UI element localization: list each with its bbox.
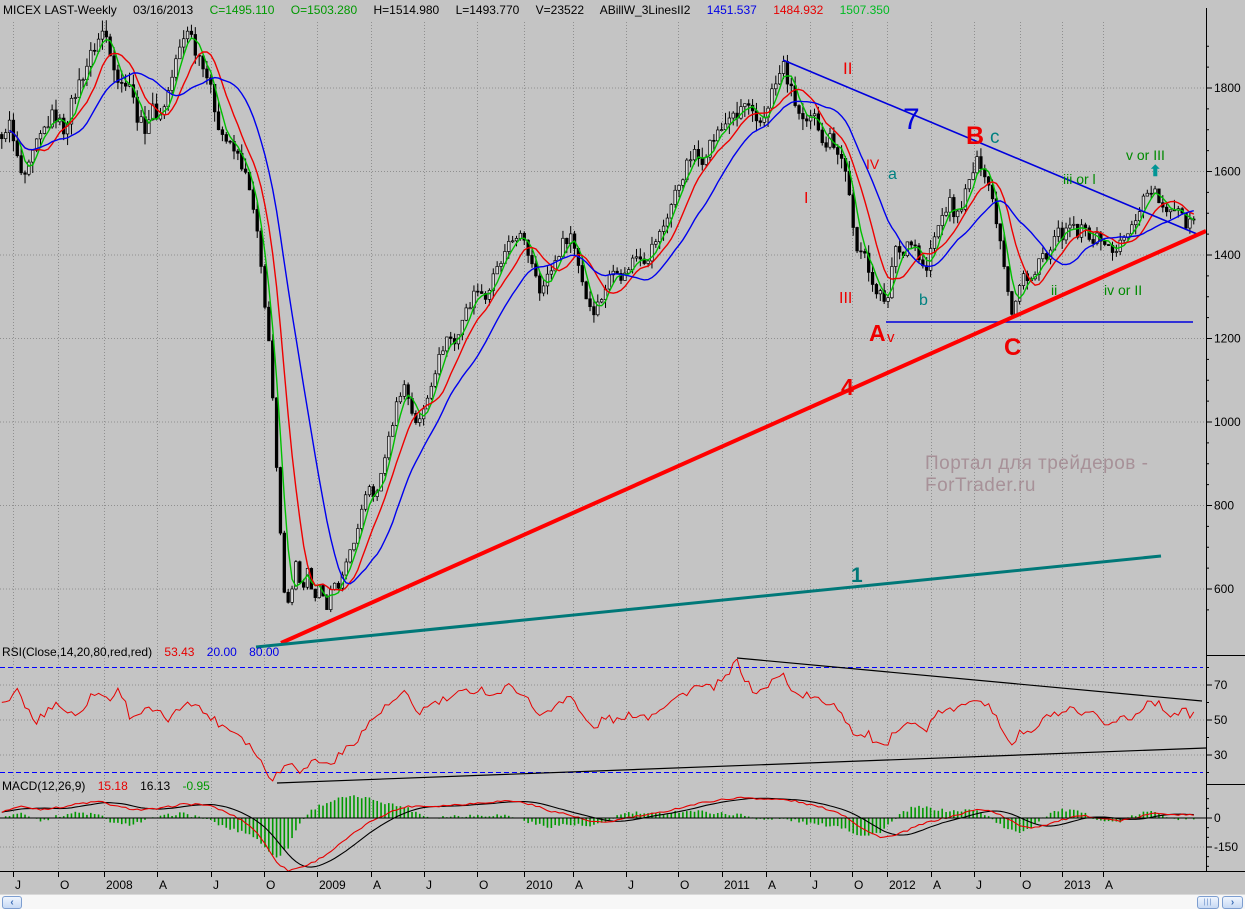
- chart-annotation-iv[interactable]: IV: [866, 157, 879, 171]
- time-axis-label: J: [628, 878, 634, 892]
- time-axis-label: A: [159, 878, 167, 892]
- watermark: Портал для трейдеров - ForTrader.ru: [925, 453, 1245, 497]
- chart-annotation-ii[interactable]: ii: [1051, 283, 1057, 297]
- macd-line: [2, 797, 1194, 871]
- rsi-axis-label: 50: [1214, 713, 1228, 727]
- trendline-red-major-uptrend-4[interactable]: [281, 231, 1206, 643]
- chart-annotation-c[interactable]: C: [1004, 336, 1021, 360]
- chart-annotation-1[interactable]: 1: [851, 565, 863, 586]
- time-axis-label: O: [266, 878, 275, 892]
- time-axis-label: 2008: [106, 878, 133, 892]
- macd-signal-value: 16.13: [140, 779, 170, 793]
- time-axis-label: J: [812, 878, 818, 892]
- chart-annotation-iii[interactable]: III: [839, 291, 852, 307]
- rsi-pane-label: RSI(Close,14,20,80,red,red) 53.43 20.00 …: [2, 645, 288, 659]
- time-axis-label: O: [854, 878, 863, 892]
- rsi-axis-label: 30: [1214, 748, 1228, 762]
- chart-annotation-c[interactable]: c: [990, 128, 1000, 147]
- scroll-left-button[interactable]: ‹: [2, 896, 22, 909]
- time-axis-label: J: [426, 878, 432, 892]
- chart-annotation-7[interactable]: 7: [903, 105, 920, 135]
- macd-axis-label: -150: [1214, 840, 1238, 854]
- chart-annotation-a[interactable]: a: [888, 167, 897, 183]
- chart-annotation-ii[interactable]: II: [843, 60, 852, 77]
- ma-slow-line: [10, 73, 1194, 584]
- rsi-trendline[interactable]: [277, 748, 1206, 783]
- chart-annotation-iv-or-ii[interactable]: iv or II: [1104, 283, 1142, 297]
- rsi-axis-label: 70: [1214, 678, 1228, 692]
- chart-window: MICEX LAST-Weekly 03/16/2013 C=1495.110 …: [0, 0, 1245, 909]
- price-axis-label: 1800: [1214, 81, 1241, 95]
- price-axis-label: 1200: [1214, 332, 1241, 346]
- rsi-value: 53.43: [164, 645, 194, 659]
- time-axis-label: J: [976, 878, 982, 892]
- time-axis-label: A: [768, 878, 776, 892]
- time-axis-label: 2012: [889, 878, 916, 892]
- time-axis-label: O: [680, 878, 689, 892]
- chart-annotation-v-or-iii[interactable]: v or III: [1126, 148, 1165, 162]
- price-axis-label: 1400: [1214, 248, 1241, 262]
- rsi-trendline[interactable]: [737, 658, 1202, 701]
- macd-value: 15.18: [98, 779, 128, 793]
- time-axis-label: J: [15, 878, 21, 892]
- chart-annotation-iii-or-l[interactable]: iii or l: [1063, 172, 1096, 186]
- macd-name: MACD(12,26,9): [2, 779, 85, 793]
- price-axis-label: 800: [1214, 499, 1234, 513]
- time-axis-label: J: [213, 878, 219, 892]
- chart-annotation-b[interactable]: b: [919, 293, 928, 309]
- macd-hist-value: -0.95: [182, 779, 209, 793]
- grid-layer: [0, 22, 1206, 871]
- rsi-name: RSI(Close,14,20,80,red,red): [2, 645, 152, 659]
- chart-annotation-v[interactable]: v: [887, 330, 895, 345]
- price-axis-label: 600: [1214, 582, 1234, 596]
- scroll-right-button[interactable]: ›: [1222, 896, 1243, 909]
- time-axis-label: O: [1022, 878, 1031, 892]
- time-axis-label: 2011: [724, 878, 750, 892]
- time-axis-label: O: [60, 878, 69, 892]
- time-axis-label: 2013: [1064, 878, 1091, 892]
- time-axis-label: A: [933, 878, 941, 892]
- chart-annotation-b[interactable]: B: [966, 124, 984, 149]
- time-axis-label: A: [373, 878, 381, 892]
- axes-layer: 1800 1600 1400 1200 1000 800 600 70 50 30 0 -150 J O 2…: [0, 8, 1245, 892]
- macd-axis-label: 0: [1214, 811, 1221, 825]
- chart-annotation-i[interactable]: I: [804, 191, 808, 207]
- time-axis-label: 2009: [319, 878, 346, 892]
- time-axis-label: A: [575, 878, 583, 892]
- macd-layer: [2, 795, 1194, 871]
- trendlines-layer: [256, 60, 1206, 647]
- rsi-low-level: 20.00: [207, 645, 237, 659]
- chart-annotation-4[interactable]: 4: [841, 376, 854, 399]
- time-axis-label: O: [479, 878, 488, 892]
- macd-signal-line: [2, 798, 1194, 867]
- price-axis-label: 1000: [1214, 415, 1241, 429]
- rsi-high-level: 80.00: [249, 645, 279, 659]
- chart-annotation-a[interactable]: A: [869, 322, 886, 345]
- price-axis-label: 1600: [1214, 165, 1241, 179]
- time-axis-label: 2010: [526, 878, 553, 892]
- chart-annotation--[interactable]: ⬆: [1149, 164, 1162, 179]
- time-axis-label: A: [1105, 878, 1113, 892]
- horizontal-scrollbar: ‹ ||| ›: [0, 894, 1245, 909]
- scrollbar-thumb-button[interactable]: |||: [1197, 896, 1219, 909]
- trendline-teal-uptrend-1[interactable]: [256, 556, 1161, 647]
- macd-pane-label: MACD(12,26,9) 15.18 16.13 -0.95: [2, 779, 219, 793]
